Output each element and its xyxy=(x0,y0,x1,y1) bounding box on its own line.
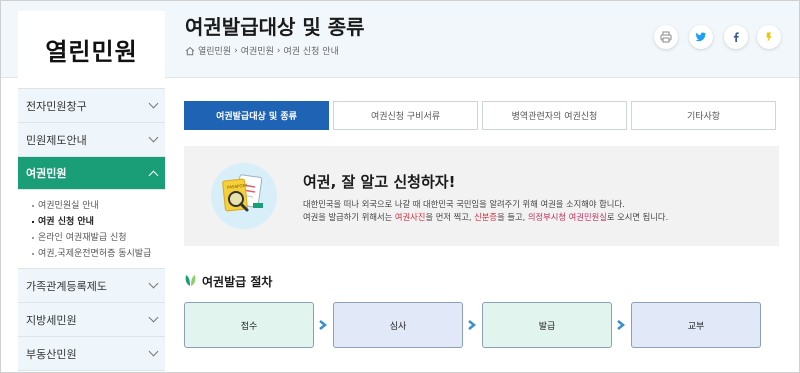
breadcrumb-item[interactable]: 여권 신청 안내 xyxy=(283,44,338,57)
submenu-item-joint-issue[interactable]: 여권,국제운전면허증 동시발급 xyxy=(32,246,157,262)
facebook-share-button[interactable] xyxy=(724,25,748,49)
procedure-step-issue: 발급 xyxy=(482,302,612,348)
highlight-id-card: 신분증 xyxy=(474,212,498,222)
info-heading: 여권, 잘 알고 신청하자! xyxy=(303,173,456,191)
sidebar-item-local-tax[interactable]: 지방세민원 xyxy=(18,303,165,337)
twitter-share-button[interactable] xyxy=(689,25,713,49)
arrow-right-icon xyxy=(319,320,328,330)
kakao-icon xyxy=(763,28,775,47)
breadcrumb-item[interactable]: 여권민원 xyxy=(241,44,274,57)
procedure-step-delivery: 교부 xyxy=(631,302,761,348)
breadcrumb-item[interactable]: 열린민원 xyxy=(198,44,231,57)
page-frame: 열린민원 전자민원창구 민원제도안내 여권민원 여권민원실 안내 여권 신청 안… xyxy=(0,0,800,373)
submenu-item-online-reissue[interactable]: 온라인 여권재발급 신청 xyxy=(32,230,157,246)
breadcrumb-separator: › xyxy=(234,45,238,56)
sidebar-item-family-registry[interactable]: 가족관계등록제도 xyxy=(18,269,165,303)
sidebar-item-e-civil[interactable]: 전자민원창구 xyxy=(18,89,165,123)
arrow-right-icon xyxy=(468,320,477,330)
info-line-1: 대한민국을 떠나 외국으로 나갈 때 대한민국 국민임을 알려주기 위해 여권을… xyxy=(303,199,625,209)
info-box: PASSPORT 여권, 잘 알고 신청하자! 대한민국을 떠나 외국으로 나갈… xyxy=(184,146,779,246)
procedure-step-receipt: 접수 xyxy=(184,302,314,348)
home-icon[interactable] xyxy=(185,46,195,56)
tab-other-matters[interactable]: 기타사항 xyxy=(631,101,776,130)
chevron-down-icon xyxy=(148,132,159,143)
tab-passport-types[interactable]: 여권발급대상 및 종류 xyxy=(184,101,329,130)
submenu-item-passport-office[interactable]: 여권민원실 안내 xyxy=(32,198,157,214)
sidebar: 열린민원 전자민원창구 민원제도안내 여권민원 여권민원실 안내 여권 신청 안… xyxy=(18,11,165,372)
info-line-2: 여권을 발급하기 위해서는 여권사진을 먼저 찍고, 신분증을 들고, 의정부시… xyxy=(303,212,669,222)
leaf-icon xyxy=(185,274,196,290)
printer-icon xyxy=(660,28,672,47)
sidebar-logo: 열린민원 xyxy=(18,11,165,89)
submenu-item-passport-apply[interactable]: 여권 신청 안내 xyxy=(32,214,157,230)
highlight-passport-photo: 여권사진 xyxy=(394,212,426,222)
facebook-icon xyxy=(730,28,742,47)
sidebar-item-label: 부동산민원 xyxy=(26,347,77,361)
sidebar-item-label: 전자민원창구 xyxy=(26,99,87,113)
chevron-down-icon xyxy=(148,98,159,109)
sidebar-item-label: 여권민원 xyxy=(26,167,67,180)
tab-military-applicants[interactable]: 병역관련자의 여권신청 xyxy=(482,101,627,130)
print-button[interactable] xyxy=(654,25,678,49)
page-title: 여권발급대상 및 종류 xyxy=(185,15,365,39)
sidebar-item-real-estate[interactable]: 부동산민원 xyxy=(18,337,165,371)
chevron-down-icon xyxy=(148,278,159,289)
arrow-right-icon xyxy=(617,320,626,330)
procedure-step-review: 심사 xyxy=(333,302,463,348)
procedure-heading-text: 여권발급 절차 xyxy=(202,275,273,289)
sidebar-item-label: 가족관계등록제도 xyxy=(26,279,107,293)
highlight-passport-office: 의정부시청 여권민원실 xyxy=(527,212,607,222)
tab-required-documents[interactable]: 여권신청 구비서류 xyxy=(333,101,478,130)
breadcrumb-separator: › xyxy=(276,45,281,56)
passport-illustration: PASSPORT xyxy=(211,163,277,229)
procedure-heading: 여권발급 절차 xyxy=(185,273,272,290)
chevron-down-icon xyxy=(148,312,159,323)
sidebar-item-label: 민원제도안내 xyxy=(26,133,87,147)
chevron-up-icon xyxy=(148,170,159,180)
info-description: 대한민국을 떠나 외국으로 나갈 때 대한민국 국민임을 알려주기 위해 여권을… xyxy=(303,198,668,224)
twitter-icon xyxy=(695,28,707,47)
chevron-down-icon xyxy=(148,346,159,357)
sidebar-item-civil-system[interactable]: 민원제도안내 xyxy=(18,123,165,157)
kakao-share-button[interactable] xyxy=(757,25,781,49)
sidebar-item-label: 지방세민원 xyxy=(26,313,77,327)
breadcrumb: 열린민원 › 여권민원 › 여권 신청 안내 xyxy=(185,44,339,57)
sidebar-submenu: 여권민원실 안내 여권 신청 안내 온라인 여권재발급 신청 여권,국제운전면허… xyxy=(18,190,165,269)
sidebar-item-passport[interactable]: 여권민원 xyxy=(18,157,165,190)
